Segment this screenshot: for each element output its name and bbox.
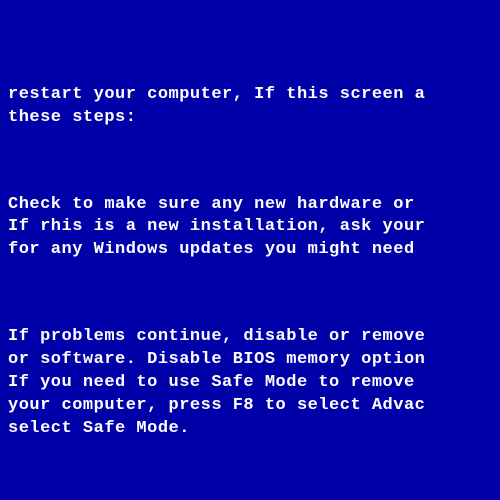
bsod-check-hardware: Check to make sure any new hardware or I… <box>8 194 500 263</box>
bsod-problems-continue: If problems continue, disable or remove … <box>8 326 500 441</box>
bsod-intro: restart your computer, If this screen a … <box>8 84 500 130</box>
